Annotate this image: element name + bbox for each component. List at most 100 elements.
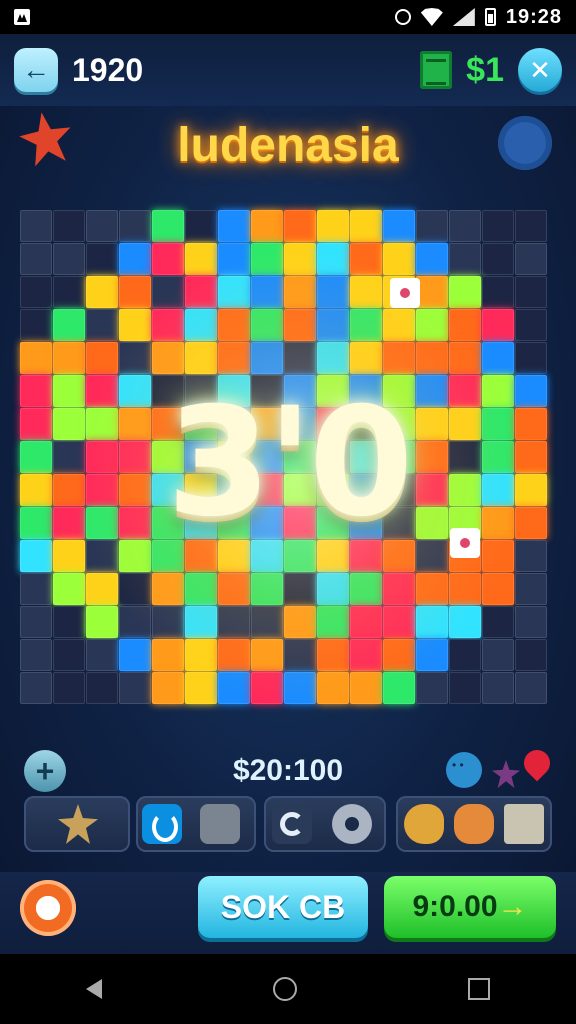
board-tile[interactable] <box>317 606 349 638</box>
board-tile[interactable] <box>53 639 85 671</box>
board-tile[interactable] <box>284 243 316 275</box>
board-tile[interactable] <box>515 639 547 671</box>
fish-icon[interactable] <box>404 804 444 844</box>
board-tile[interactable] <box>482 309 514 341</box>
board-tile[interactable] <box>317 276 349 308</box>
board-tile[interactable] <box>482 606 514 638</box>
back-button[interactable]: ← <box>14 48 58 92</box>
board-tile[interactable] <box>53 210 85 242</box>
board-tile[interactable] <box>383 672 415 704</box>
board-tile[interactable] <box>350 672 382 704</box>
board-tile[interactable] <box>20 210 52 242</box>
board-tile[interactable] <box>350 639 382 671</box>
board-tile[interactable] <box>350 309 382 341</box>
board-tile[interactable] <box>86 276 118 308</box>
board-tile[interactable] <box>317 210 349 242</box>
board-tile[interactable] <box>20 243 52 275</box>
board-tile[interactable] <box>251 276 283 308</box>
tool-group-2[interactable] <box>136 796 256 852</box>
board-tile[interactable] <box>284 672 316 704</box>
board-tile[interactable] <box>449 639 481 671</box>
board-tile[interactable] <box>284 573 316 605</box>
board-tile[interactable] <box>383 573 415 605</box>
nav-recent-icon[interactable] <box>468 978 491 1000</box>
board-tile[interactable] <box>20 672 52 704</box>
game-board[interactable]: 3'0 <box>20 206 556 736</box>
board-tile[interactable] <box>515 672 547 704</box>
board-tile[interactable] <box>20 276 52 308</box>
board-tile[interactable] <box>152 639 184 671</box>
mouse-icon[interactable] <box>390 278 420 308</box>
board-tile[interactable] <box>251 309 283 341</box>
board-tile[interactable] <box>86 342 118 374</box>
board-tile[interactable] <box>152 342 184 374</box>
board-tile[interactable] <box>449 606 481 638</box>
board-tile[interactable] <box>152 243 184 275</box>
board-tile[interactable] <box>416 639 448 671</box>
board-tile[interactable] <box>350 342 382 374</box>
board-tile[interactable] <box>152 309 184 341</box>
board-tile[interactable] <box>119 309 151 341</box>
board-tile[interactable] <box>284 309 316 341</box>
board-tile[interactable] <box>284 606 316 638</box>
board-tile[interactable] <box>350 243 382 275</box>
board-tile[interactable] <box>86 606 118 638</box>
board-tile[interactable] <box>152 276 184 308</box>
board-tile[interactable] <box>53 309 85 341</box>
board-tile[interactable] <box>218 606 250 638</box>
board-tile[interactable] <box>185 672 217 704</box>
board-tile[interactable] <box>449 243 481 275</box>
board-tile[interactable] <box>284 276 316 308</box>
crate-icon[interactable] <box>504 804 544 844</box>
board-tile[interactable] <box>218 243 250 275</box>
tool-group-4[interactable] <box>396 796 552 852</box>
board-tile[interactable] <box>482 243 514 275</box>
cog-icon[interactable] <box>332 804 372 844</box>
board-tile[interactable] <box>515 243 547 275</box>
board-tile[interactable] <box>416 276 448 308</box>
board-tile[interactable] <box>482 342 514 374</box>
board-tile[interactable] <box>383 210 415 242</box>
board-tile[interactable] <box>449 573 481 605</box>
board-tile[interactable] <box>119 210 151 242</box>
board-tile[interactable] <box>350 210 382 242</box>
board-tile[interactable] <box>449 210 481 242</box>
board-tile[interactable] <box>449 342 481 374</box>
board-tile[interactable] <box>152 672 184 704</box>
board-tile[interactable] <box>218 342 250 374</box>
board-tile[interactable] <box>218 210 250 242</box>
tool-group-3[interactable] <box>264 796 386 852</box>
board-tile[interactable] <box>185 342 217 374</box>
board-tile[interactable] <box>185 276 217 308</box>
hook-icon[interactable] <box>142 804 182 844</box>
board-tile[interactable] <box>416 309 448 341</box>
board-tile[interactable] <box>383 342 415 374</box>
board-tile[interactable] <box>284 639 316 671</box>
board-tile[interactable] <box>20 639 52 671</box>
star-icon[interactable] <box>58 804 98 844</box>
board-tile[interactable] <box>251 606 283 638</box>
board-tile[interactable] <box>482 276 514 308</box>
blue-action-button[interactable]: SOK CB <box>198 876 368 938</box>
face-icon[interactable] <box>446 752 482 788</box>
board-tile[interactable] <box>53 606 85 638</box>
board-tile[interactable] <box>251 639 283 671</box>
board-tile[interactable] <box>218 276 250 308</box>
nav-back-icon[interactable] <box>85 979 102 999</box>
board-tile[interactable] <box>317 309 349 341</box>
board-tile[interactable] <box>515 342 547 374</box>
board-tile[interactable] <box>416 342 448 374</box>
board-tile[interactable] <box>350 606 382 638</box>
board-tile[interactable] <box>515 210 547 242</box>
board-tile[interactable] <box>86 573 118 605</box>
box-icon[interactable] <box>200 804 240 844</box>
board-tile[interactable] <box>482 672 514 704</box>
board-tile[interactable] <box>383 309 415 341</box>
cat-icon[interactable] <box>454 804 494 844</box>
board-tile[interactable] <box>20 309 52 341</box>
board-tile[interactable] <box>515 276 547 308</box>
board-tile[interactable] <box>53 573 85 605</box>
board-tile[interactable] <box>482 210 514 242</box>
board-tile[interactable] <box>53 276 85 308</box>
board-tile[interactable] <box>119 342 151 374</box>
